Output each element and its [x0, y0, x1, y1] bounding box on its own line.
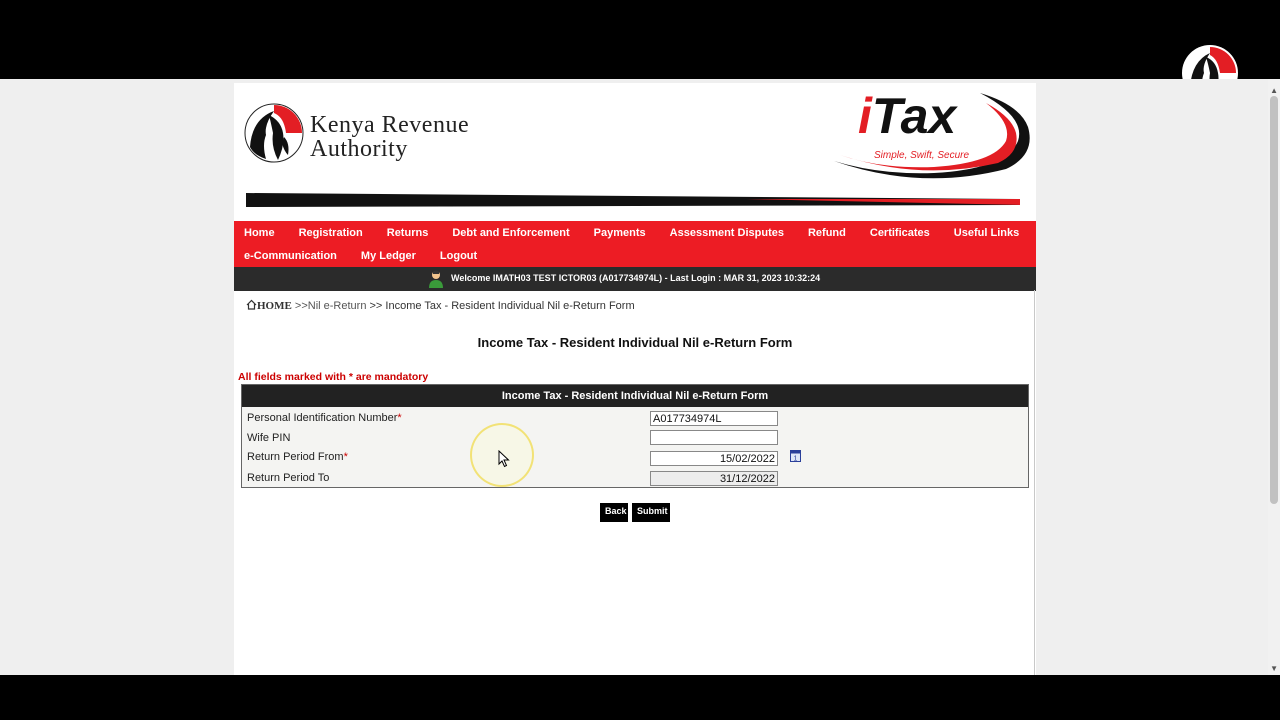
- submit-button[interactable]: Submit: [632, 503, 670, 522]
- scroll-up-arrow-icon[interactable]: ▲: [1270, 86, 1278, 95]
- nav-refund[interactable]: Refund: [808, 227, 846, 239]
- nav-payments[interactable]: Payments: [594, 227, 646, 239]
- itax-logo: iTax Simple, Swift, Secure: [830, 87, 1034, 187]
- welcome-message: Welcome IMATH03 TEST ICTOR03 (A017734974…: [451, 273, 821, 283]
- nav-row-2: e-Communication My Ledger Logout: [234, 244, 491, 267]
- scrollbar-thumb[interactable]: [1270, 96, 1278, 504]
- wife-pin-field[interactable]: [650, 430, 778, 445]
- breadcrumb-home[interactable]: HOME: [257, 300, 292, 312]
- mouse-pointer-icon: [498, 450, 510, 468]
- pin-label: Personal Identification Number*: [247, 412, 402, 424]
- kra-name-line1: Kenya Revenue: [310, 112, 470, 138]
- form-header: Income Tax - Resident Individual Nil e-R…: [242, 385, 1028, 407]
- nil-return-form: Income Tax - Resident Individual Nil e-R…: [241, 384, 1029, 488]
- page-right-border: [1034, 290, 1035, 675]
- nav-row-1: Home Registration Returns Debt and Enfor…: [234, 221, 1033, 244]
- breadcrumb: HOME >>Nil e-Return >> Income Tax - Resi…: [246, 299, 635, 312]
- from-label-text: Return Period From: [247, 451, 344, 463]
- nav-registration[interactable]: Registration: [299, 227, 363, 239]
- return-period-from-label: Return Period From*: [247, 451, 348, 463]
- nav-e-communication[interactable]: e-Communication: [244, 250, 337, 262]
- nav-certificates[interactable]: Certificates: [870, 227, 930, 239]
- wife-pin-label: Wife PIN: [247, 432, 291, 444]
- home-icon[interactable]: [246, 299, 257, 310]
- required-asterisk: *: [343, 451, 348, 463]
- back-button[interactable]: Back: [600, 503, 628, 522]
- mandatory-note: All fields marked with * are mandatory: [238, 371, 429, 383]
- nav-useful-links[interactable]: Useful Links: [954, 227, 1019, 239]
- user-avatar-icon: [429, 270, 443, 288]
- nav-home[interactable]: Home: [244, 227, 275, 239]
- itax-page: Kenya Revenue Authority iTax Simple, Swi…: [234, 83, 1036, 675]
- welcome-bar: Welcome IMATH03 TEST ICTOR03 (A017734974…: [234, 267, 1036, 291]
- scroll-down-arrow-icon[interactable]: ▼: [1270, 664, 1278, 673]
- video-bottom-bar: [0, 675, 1280, 720]
- svg-text:1: 1: [794, 456, 798, 463]
- pin-field[interactable]: [650, 411, 778, 426]
- itax-i: i: [858, 88, 872, 144]
- return-period-from-field[interactable]: [650, 451, 778, 466]
- breadcrumb-nil-return[interactable]: >>Nil e-Return: [292, 300, 367, 312]
- header-swoosh-line: [246, 193, 1020, 207]
- kra-lion-logo-icon: [244, 103, 304, 163]
- itax-slogan: Simple, Swift, Secure: [874, 150, 970, 161]
- nav-returns[interactable]: Returns: [387, 227, 429, 239]
- nav-logout[interactable]: Logout: [440, 250, 477, 262]
- nav-debt-enforcement[interactable]: Debt and Enforcement: [452, 227, 569, 239]
- itax-wordmark: iTax: [858, 87, 956, 145]
- calendar-icon[interactable]: 1: [790, 449, 801, 462]
- nav-my-ledger[interactable]: My Ledger: [361, 250, 416, 262]
- kra-name-line2: Authority: [310, 136, 408, 162]
- video-top-bar: [0, 0, 1280, 79]
- itax-tax: Tax: [871, 88, 957, 144]
- required-asterisk: *: [397, 412, 402, 424]
- page-title: Income Tax - Resident Individual Nil e-R…: [477, 335, 793, 350]
- return-period-to-field[interactable]: [650, 471, 778, 486]
- breadcrumb-current: >> Income Tax - Resident Individual Nil …: [366, 300, 635, 312]
- pin-label-text: Personal Identification Number: [247, 412, 398, 424]
- kra-wordmark: Kenya Revenue Authority: [310, 113, 469, 161]
- nav-assessment-disputes[interactable]: Assessment Disputes: [670, 227, 784, 239]
- main-navigation: Home Registration Returns Debt and Enfor…: [234, 221, 1036, 267]
- return-period-to-label: Return Period To: [247, 472, 330, 484]
